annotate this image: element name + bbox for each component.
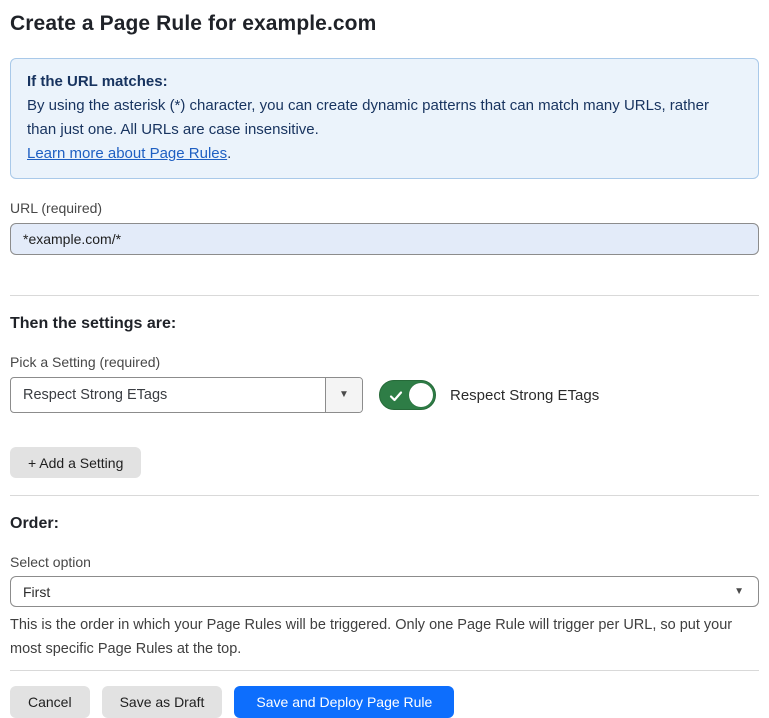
etag-toggle[interactable] (379, 380, 436, 410)
page-rule-form: Create a Page Rule for example.com If th… (0, 0, 769, 718)
etag-toggle-group: Respect Strong ETags (379, 380, 599, 410)
section-divider (10, 295, 759, 296)
url-input[interactable] (10, 223, 759, 255)
footer-divider (10, 670, 759, 671)
save-draft-button[interactable]: Save as Draft (102, 686, 223, 718)
toggle-knob (409, 383, 433, 407)
check-icon (389, 389, 403, 403)
link-suffix: . (227, 145, 231, 162)
add-setting-button[interactable]: + Add a Setting (10, 447, 141, 478)
setting-select-value: Respect Strong ETags (11, 378, 325, 412)
order-select-label: Select option (10, 554, 759, 570)
url-match-info-box: If the URL matches: By using the asteris… (10, 58, 759, 179)
pick-setting-label: Pick a Setting (required) (10, 354, 759, 370)
order-description: This is the order in which your Page Rul… (10, 613, 759, 661)
section-divider (10, 495, 759, 496)
cancel-button[interactable]: Cancel (10, 686, 90, 718)
chevron-down-icon: ▼ (734, 587, 744, 597)
save-deploy-button[interactable]: Save and Deploy Page Rule (234, 686, 454, 718)
info-box-body: By using the asterisk (*) character, you… (27, 94, 742, 142)
footer-actions: Cancel Save as Draft Save and Deploy Pag… (10, 686, 759, 718)
learn-more-link[interactable]: Learn more about Page Rules (27, 145, 227, 162)
setting-select-arrow-button[interactable]: ▼ (325, 378, 362, 412)
order-select-value: First (23, 584, 50, 600)
info-box-heading: If the URL matches: (27, 70, 742, 94)
setting-row: Respect Strong ETags ▼ Respect Strong ET… (10, 377, 759, 413)
etag-toggle-label: Respect Strong ETags (450, 387, 599, 404)
order-select[interactable]: First ▼ (10, 576, 759, 607)
url-field-label: URL (required) (10, 200, 759, 216)
page-title: Create a Page Rule for example.com (10, 10, 759, 36)
order-section-heading: Order: (10, 515, 759, 533)
settings-section-heading: Then the settings are: (10, 315, 759, 333)
info-box-link-line: Learn more about Page Rules. (27, 142, 742, 166)
chevron-down-icon: ▼ (339, 390, 349, 400)
setting-select[interactable]: Respect Strong ETags ▼ (10, 377, 363, 413)
